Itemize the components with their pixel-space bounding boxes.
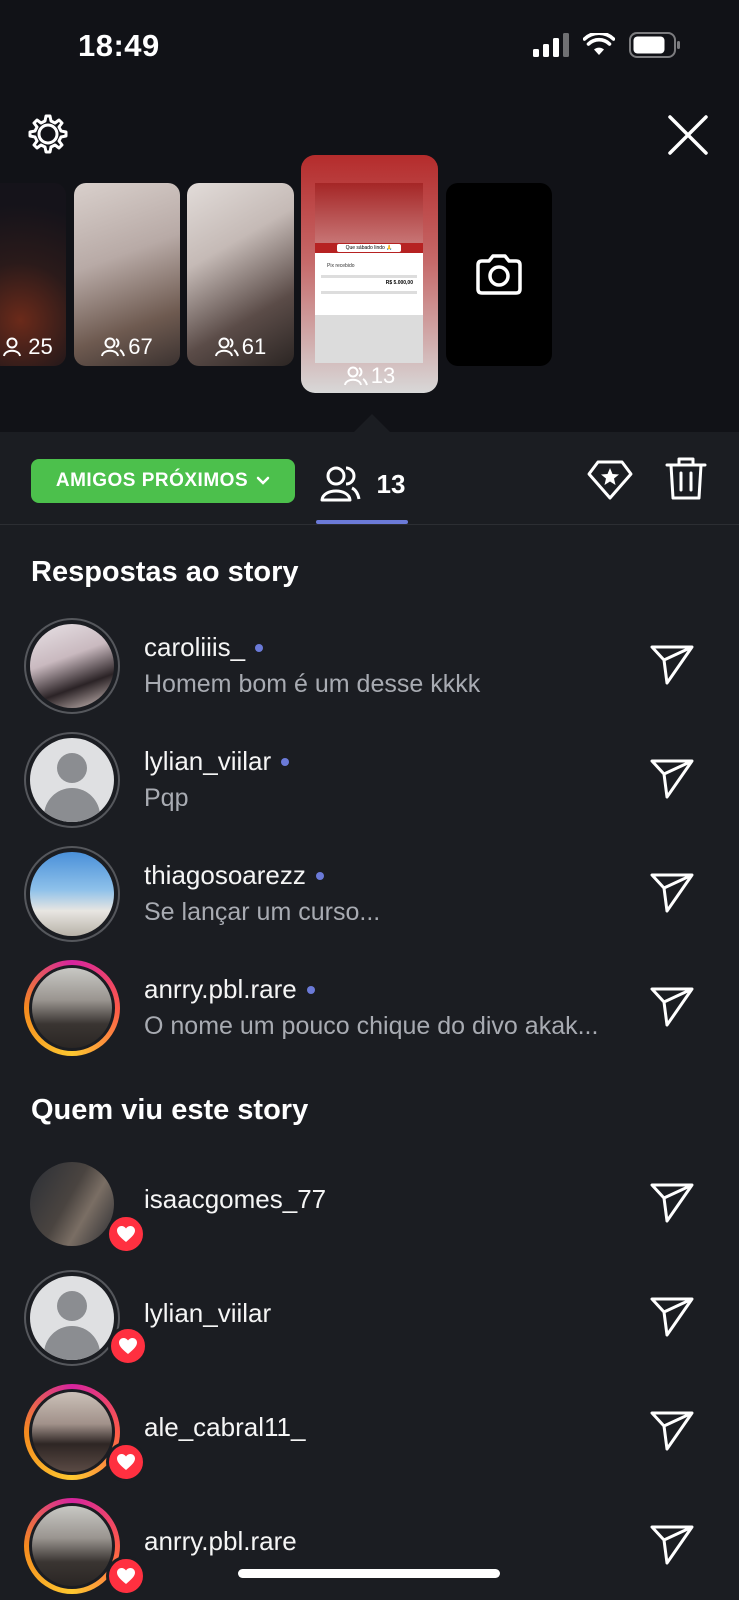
avatar[interactable]	[24, 1498, 146, 1596]
send-icon[interactable]	[649, 642, 695, 688]
avatar[interactable]	[24, 1270, 148, 1366]
thumbnail-view-count: 67	[74, 334, 180, 360]
delete-trash-icon[interactable]	[661, 454, 711, 504]
story-preview-card: Que sábado lindo 🙏 Pix recebido R$ 5.000…	[315, 243, 423, 315]
viewer-username[interactable]: ale_cabral11_	[144, 1412, 305, 1443]
reply-message: O nome um pouco chique do divo akak...	[144, 1012, 599, 1040]
story-thumbnail[interactable]: 61	[187, 183, 294, 366]
close-icon[interactable]	[665, 112, 711, 158]
reply-username[interactable]: caroliiis_	[144, 632, 264, 663]
thumbnail-view-count: 25	[0, 334, 66, 360]
avatar[interactable]	[24, 732, 120, 828]
viewers-icon	[214, 337, 239, 357]
send-icon[interactable]	[649, 756, 695, 802]
reply-message: Pqp	[144, 784, 189, 812]
viewer-username[interactable]: anrry.pbl.rare	[144, 1526, 297, 1557]
viewer-row[interactable]: ale_cabral11_	[0, 1378, 739, 1486]
reply-row[interactable]: caroliiis_ Homem bom é um desse kkkk	[0, 612, 739, 720]
camera-icon	[476, 253, 522, 295]
unread-dot	[255, 643, 264, 652]
viewer-username[interactable]: lylian_viilar	[144, 1298, 271, 1329]
avatar[interactable]	[24, 618, 120, 714]
reply-message: Se lançar um curso...	[144, 898, 381, 926]
viewers-section-title: Quem viu este story	[31, 1094, 309, 1126]
reply-username[interactable]: lylian_viilar	[144, 746, 290, 777]
reply-row[interactable]: thiagosoarezz Se lançar um curso...	[0, 840, 739, 948]
avatar[interactable]	[24, 1156, 146, 1254]
send-icon[interactable]	[649, 870, 695, 916]
viewer-count: 13	[376, 468, 406, 499]
story-preview-card-label: Pix recebido	[327, 263, 355, 269]
viewer-username[interactable]: isaacgomes_77	[144, 1184, 326, 1215]
signal-icon	[533, 33, 569, 57]
avatar[interactable]	[24, 846, 120, 942]
story-viewer-header: 18:49 25 67 61 Que sábado lindo 🙏 Pix re…	[0, 0, 739, 432]
settings-gear-icon[interactable]	[24, 112, 68, 156]
viewer-row[interactable]: lylian_viilar	[0, 1264, 739, 1372]
viewers-icon	[101, 337, 126, 357]
selection-pointer	[354, 414, 390, 432]
chevron-down-icon	[256, 476, 270, 485]
wifi-icon	[583, 33, 615, 55]
home-indicator[interactable]	[238, 1569, 500, 1578]
reply-row[interactable]: anrry.pbl.rare O nome um pouco chique do…	[0, 954, 739, 1062]
viewers-icon	[320, 466, 361, 502]
viewer-row[interactable]: anrry.pbl.rare	[0, 1492, 739, 1600]
tab-viewers[interactable]: 13	[316, 444, 408, 524]
send-icon[interactable]	[649, 1180, 695, 1226]
liked-heart-icon	[106, 1214, 146, 1254]
viewers-icon	[343, 366, 368, 386]
unread-dot	[315, 871, 324, 880]
viewer-row[interactable]: isaacgomes_77	[0, 1150, 739, 1258]
audience-label: AMIGOS PRÓXIMOS	[55, 470, 249, 491]
liked-heart-icon	[108, 1326, 148, 1366]
new-story-camera-button[interactable]	[446, 183, 552, 366]
thumbnail-view-count: 61	[187, 334, 294, 360]
status-time: 18:49	[78, 28, 160, 63]
story-thumbnails: 25 67 61 Que sábado lindo 🙏 Pix recebido…	[0, 155, 739, 405]
avatar[interactable]	[24, 960, 120, 1056]
liked-heart-icon	[106, 1442, 146, 1482]
send-icon[interactable]	[649, 984, 695, 1030]
story-preview-card-amount: R$ 5.000,00	[385, 280, 413, 286]
send-icon[interactable]	[649, 1408, 695, 1454]
reply-message: Homem bom é um desse kkkk	[144, 670, 481, 698]
status-icons	[533, 32, 681, 58]
highlight-diamond-icon[interactable]	[585, 454, 635, 504]
audience-dropdown[interactable]: AMIGOS PRÓXIMOS	[31, 459, 295, 503]
avatar[interactable]	[24, 1384, 146, 1482]
story-preview-card-title: Que sábado lindo 🙏	[337, 244, 401, 252]
liked-heart-icon	[106, 1556, 146, 1596]
story-thumbnail[interactable]: 25	[0, 183, 66, 366]
story-toolbar: AMIGOS PRÓXIMOS 13	[0, 432, 739, 525]
reply-username[interactable]: thiagosoarezz	[144, 860, 324, 891]
story-thumbnail[interactable]: 67	[74, 183, 180, 366]
send-icon[interactable]	[649, 1522, 695, 1568]
active-tab-indicator	[316, 520, 408, 524]
reply-username[interactable]: anrry.pbl.rare	[144, 974, 315, 1005]
reply-row[interactable]: lylian_viilar Pqp	[0, 726, 739, 834]
viewers-icon	[3, 337, 22, 357]
unread-dot	[306, 985, 315, 994]
replies-section-title: Respostas ao story	[31, 556, 299, 588]
battery-icon	[629, 32, 680, 58]
thumbnail-view-count: 13	[301, 363, 438, 389]
unread-dot	[281, 757, 290, 766]
send-icon[interactable]	[649, 1294, 695, 1340]
story-thumbnail-selected[interactable]: Que sábado lindo 🙏 Pix recebido R$ 5.000…	[301, 155, 438, 393]
